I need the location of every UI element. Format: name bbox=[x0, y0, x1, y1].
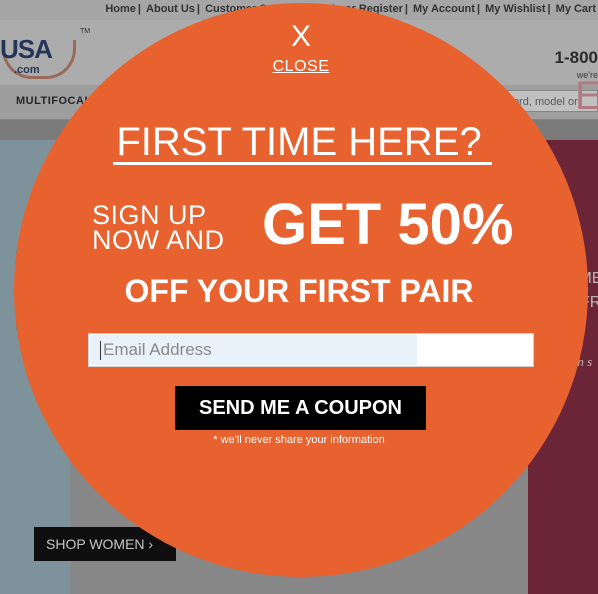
signup-text: SIGN UP NOW AND bbox=[92, 202, 225, 255]
text-caret bbox=[100, 341, 101, 360]
offer-headline: GET 50% bbox=[262, 192, 514, 257]
privacy-disclaimer: * we'll never share your information bbox=[213, 434, 385, 446]
email-field[interactable]: Email Address bbox=[88, 333, 534, 367]
offer-subline: OFF YOUR FIRST PAIR bbox=[124, 273, 474, 309]
close-icon[interactable]: X bbox=[289, 20, 313, 54]
close-link[interactable]: CLOSE bbox=[270, 58, 332, 76]
signup-line-2: NOW AND bbox=[92, 225, 225, 255]
modal-headline: FIRST TIME HERE? bbox=[116, 120, 482, 164]
headline-underline bbox=[113, 162, 492, 165]
email-placeholder: Email Address bbox=[103, 340, 212, 359]
send-coupon-button[interactable]: SEND ME A COUPON bbox=[175, 386, 426, 430]
